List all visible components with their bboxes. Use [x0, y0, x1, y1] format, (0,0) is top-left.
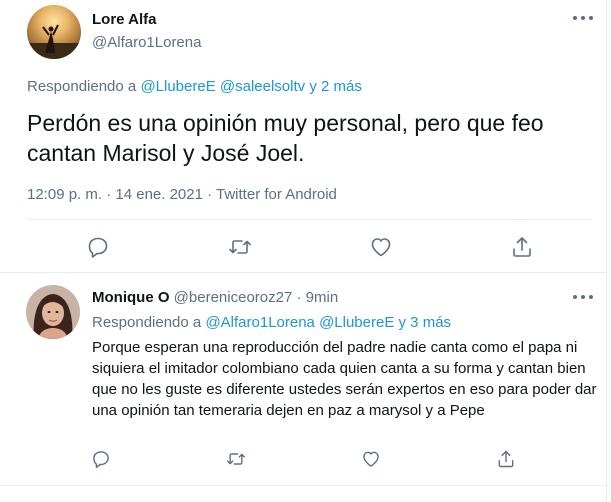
separator: ·: [296, 289, 302, 306]
divider: [27, 219, 592, 220]
avatar[interactable]: [26, 285, 80, 339]
reply-more-users[interactable]: y 3 más: [399, 314, 452, 331]
like-icon[interactable]: [361, 449, 381, 469]
like-icon[interactable]: [369, 235, 393, 259]
main-tweet: Lore Alfa @Alfaro1Lorena Respondiendo a …: [0, 0, 606, 272]
reply-mentions[interactable]: @Alfaro1Lorena @LlubereE: [205, 314, 394, 331]
tweet-meta[interactable]: 12:09 p. m. · 14 ene. 2021 · Twitter for…: [27, 186, 337, 203]
retweet-icon[interactable]: [226, 449, 246, 469]
author-handle[interactable]: @Alfaro1Lorena: [92, 34, 201, 51]
reply-icon[interactable]: [86, 235, 110, 259]
reply-more-users[interactable]: y 2 más: [309, 78, 362, 95]
tweet-text: Perdón es una opinión muy personal, pero…: [27, 110, 544, 166]
reply-context: Respondiendo a @Alfaro1Lorena @LlubereE …: [92, 314, 451, 331]
divider: [0, 272, 606, 273]
column-border: [606, 0, 607, 502]
more-icon[interactable]: [573, 15, 593, 21]
author-name[interactable]: Monique O: [92, 289, 170, 306]
reply-context: Respondiendo a @LlubereE @saleelsoltv y …: [27, 78, 362, 95]
tweet-thread: Lore Alfa @Alfaro1Lorena Respondiendo a …: [0, 0, 611, 502]
author-name[interactable]: Lore Alfa: [92, 11, 156, 28]
reply-prefix: Respondiendo a: [27, 78, 137, 95]
more-icon[interactable]: [573, 294, 593, 300]
tweet-time[interactable]: 9min: [306, 289, 339, 306]
reply-prefix: Respondiendo a: [92, 314, 202, 331]
reply-mentions[interactable]: @LlubereE @saleelsoltv: [140, 78, 305, 95]
share-icon[interactable]: [496, 449, 516, 469]
author-handle[interactable]: @bereniceoroz27: [174, 289, 293, 306]
tweet-text: Porque esperan una reproducción del padr…: [92, 339, 597, 419]
avatar[interactable]: [27, 5, 81, 59]
retweet-icon[interactable]: [228, 235, 252, 259]
reply-header: Monique O @bereniceoroz27 · 9min: [92, 289, 338, 306]
share-icon[interactable]: [510, 235, 534, 259]
reply-icon[interactable]: [91, 449, 111, 469]
divider: [0, 485, 606, 486]
